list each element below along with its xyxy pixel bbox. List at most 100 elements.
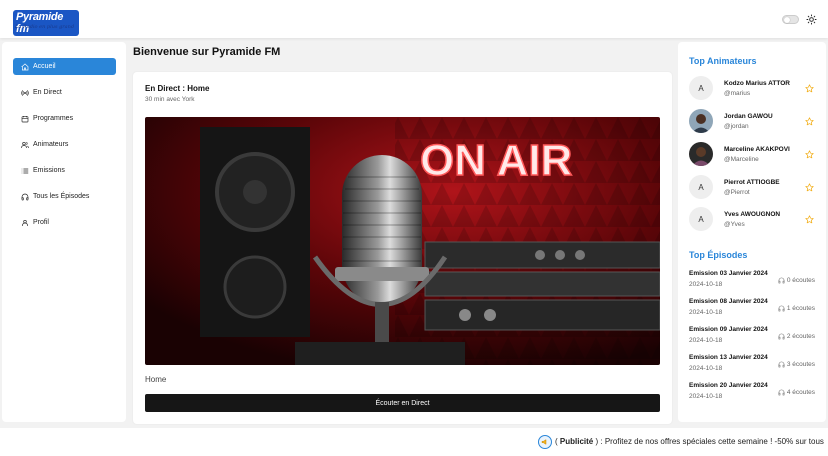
sidebar-item-label: En Direct: [33, 89, 62, 96]
avatar: [689, 142, 713, 166]
radio-icon: [21, 89, 29, 96]
sidebar-item-label: Accueil: [33, 63, 56, 70]
animator-handle: @Marceline: [724, 156, 759, 163]
star-icon[interactable]: [805, 117, 814, 126]
animator-handle: @marius: [724, 90, 751, 97]
episode-date: 2024-10-18: [689, 337, 723, 344]
on-air-sign-text: ON AIR: [420, 136, 572, 185]
animator-item[interactable]: A Pierrot ATTIOGBE @Pierrot: [689, 175, 819, 201]
right-panel: Top Animateurs A Kodzo Marius ATTOR @mar…: [678, 42, 826, 422]
animator-item[interactable]: Jordan GAWOU @jordan: [689, 109, 819, 135]
sidebar-item-label: Animateurs: [33, 141, 69, 148]
sidebar-item-label: Emissions: [33, 167, 65, 174]
animator-handle: @Yves: [724, 221, 745, 228]
on-air-studio-illustration: ON AIR: [145, 117, 660, 365]
users-icon: [21, 141, 29, 148]
star-icon[interactable]: [805, 84, 814, 93]
episode-listen-count: 4 écoutes: [786, 389, 815, 396]
animator-name: Yves AWOUGNON: [724, 211, 781, 218]
logo-tagline: La Radio en plus grand: [15, 24, 75, 30]
pyramide-fm-logo[interactable]: Pyramide fm La Radio en plus grand: [13, 10, 79, 36]
episode-title: Emission 20 Janvier 2024: [689, 382, 768, 389]
listen-live-button[interactable]: Écouter en Direct: [145, 394, 660, 412]
episode-title: Emission 09 Janvier 2024: [689, 326, 768, 333]
top-animators-title: Top Animateurs: [689, 56, 757, 66]
ad-text[interactable]: ( Publicité ) : Profitez de nos offres s…: [555, 437, 824, 446]
headphones-icon: [778, 333, 785, 340]
sidebar-item-animateurs[interactable]: Animateurs: [13, 136, 116, 153]
headphones-icon: [778, 277, 785, 284]
episode-date: 2024-10-18: [689, 365, 723, 372]
ad-message: Profitez de nos offres spéciales cette s…: [604, 437, 824, 446]
home-icon: [21, 63, 29, 70]
sidebar-item-en-direct[interactable]: En Direct: [13, 84, 116, 101]
avatar-photo: [689, 109, 713, 133]
animator-item[interactable]: A Kodzo Marius ATTOR @marius: [689, 76, 819, 102]
sidebar-item-label: Programmes: [33, 115, 74, 122]
user-icon: [22, 219, 28, 226]
episode-listens: 4 écoutes: [778, 389, 815, 396]
live-caption: Home: [145, 375, 167, 384]
episode-date: 2024-10-18: [689, 393, 723, 400]
theme-toggle[interactable]: [782, 15, 799, 24]
animator-item[interactable]: A Yves AWOUGNON @Yves: [689, 207, 819, 233]
sidebar-item-programmes[interactable]: Programmes: [13, 110, 116, 127]
episode-date: 2024-10-18: [689, 309, 723, 316]
star-icon[interactable]: [805, 183, 814, 192]
star-icon[interactable]: [805, 215, 814, 224]
avatar: [689, 109, 713, 133]
episode-listen-count: 1 écoutes: [786, 305, 815, 312]
episode-listen-count: 2 écoutes: [786, 333, 815, 340]
logo-wordmark: Pyramide fm: [13, 10, 79, 36]
on-air-image: ON AIR: [145, 117, 660, 365]
episode-title: Emission 13 Janvier 2024: [689, 354, 768, 361]
avatar-photo: [689, 142, 713, 166]
live-subtitle: 30 min avec York: [145, 96, 195, 103]
avatar: A: [689, 207, 713, 231]
star-icon[interactable]: [805, 150, 814, 159]
episode-title: Emission 03 Janvier 2024: [689, 270, 768, 277]
ad-open: (: [555, 437, 558, 446]
top-episodes-title: Top Épisodes: [689, 250, 748, 260]
ad-close: ) :: [595, 437, 603, 446]
live-card: En Direct : Home 30 min avec York ON AIR…: [133, 72, 672, 424]
avatar: A: [689, 175, 713, 199]
ad-banner: ( Publicité ) : Profitez de nos offres s…: [0, 428, 828, 456]
sidebar-item-tous-les-episodes[interactable]: Tous les Épisodes: [13, 188, 116, 205]
animator-item[interactable]: Marceline AKAKPOVI @Marceline: [689, 142, 819, 168]
episode-listens: 1 écoutes: [778, 305, 815, 312]
episode-item[interactable]: Emission 20 Janvier 2024 2024-10-18 4 éc…: [689, 382, 819, 404]
headphones-icon: [778, 305, 785, 312]
sidebar-item-profil[interactable]: Profil: [13, 214, 116, 231]
episode-item[interactable]: Emission 08 Janvier 2024 2024-10-18 1 éc…: [689, 298, 819, 320]
episode-listens: 0 écoutes: [778, 277, 815, 284]
sidebar-item-label: Profil: [33, 219, 49, 226]
episode-item[interactable]: Emission 03 Janvier 2024 2024-10-18 0 éc…: [689, 270, 819, 292]
headphones-icon: [778, 361, 785, 368]
animator-name: Jordan GAWOU: [724, 113, 773, 120]
headphones-icon: [778, 389, 785, 396]
animator-handle: @Pierrot: [724, 189, 750, 196]
calendar-icon: [21, 115, 29, 122]
episode-listen-count: 0 écoutes: [786, 277, 815, 284]
animator-name: Kodzo Marius ATTOR: [724, 80, 790, 87]
sidebar-item-emissions[interactable]: Emissions: [13, 162, 116, 179]
episode-item[interactable]: Emission 13 Janvier 2024 2024-10-18 3 éc…: [689, 354, 819, 376]
animator-handle: @jordan: [724, 123, 749, 130]
page-title: Bienvenue sur Pyramide FM: [133, 46, 281, 58]
sidebar: Accueil En Direct Programmes Animateurs …: [2, 42, 126, 422]
episode-listen-count: 3 écoutes: [786, 361, 815, 368]
avatar: A: [689, 76, 713, 100]
headphones-icon: [21, 193, 29, 200]
sidebar-item-accueil[interactable]: Accueil: [13, 58, 116, 75]
animator-name: Pierrot ATTIOGBE: [724, 179, 780, 186]
megaphone-icon: [538, 435, 552, 449]
top-header: Pyramide fm La Radio en plus grand: [0, 0, 828, 38]
sidebar-item-label: Tous les Épisodes: [33, 193, 90, 200]
episode-date: 2024-10-18: [689, 281, 723, 288]
episode-item[interactable]: Emission 09 Janvier 2024 2024-10-18 2 éc…: [689, 326, 819, 348]
ad-label: Publicité: [559, 437, 594, 446]
list-icon: [21, 168, 29, 173]
sun-icon[interactable]: [806, 14, 817, 25]
episode-listens: 2 écoutes: [778, 333, 815, 340]
